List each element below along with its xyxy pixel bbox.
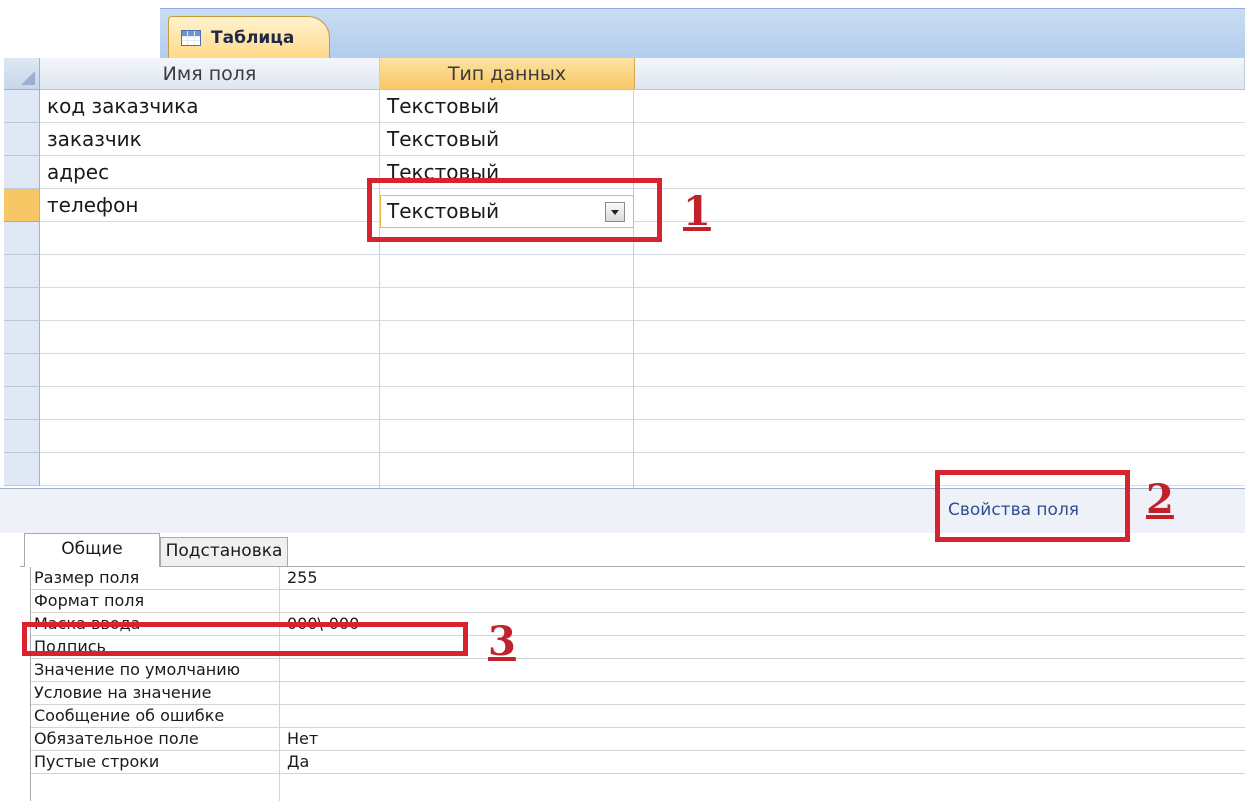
properties-table: Размер поля 255 Формат поля Маска ввода … — [30, 567, 1245, 801]
field-name-cell[interactable]: код заказчика — [47, 90, 199, 123]
property-label: Значение по умолчанию — [34, 660, 241, 679]
property-value[interactable]: Да — [287, 751, 309, 773]
field-name-cell[interactable]: телефон — [47, 189, 138, 222]
row-selector[interactable] — [4, 288, 40, 321]
column-divider — [379, 90, 380, 488]
property-row[interactable]: Обязательное поле Нет — [31, 728, 1245, 751]
data-type-cell[interactable]: Текстовый — [387, 123, 499, 156]
row-selector[interactable] — [4, 321, 40, 354]
property-label: Пустые строки — [34, 752, 160, 771]
row-selector[interactable] — [4, 123, 40, 156]
property-label: Сообщение об ошибке — [34, 706, 225, 725]
tab-general[interactable]: Общие — [24, 533, 160, 567]
row-selector[interactable] — [4, 420, 40, 453]
row-selector[interactable] — [4, 453, 40, 486]
table-design-grid: Имя поля Тип данных код заказчика Тексто… — [0, 58, 1245, 488]
property-value[interactable]: 255 — [287, 567, 318, 589]
table-icon — [181, 29, 201, 46]
column-divider — [633, 90, 634, 488]
property-row[interactable]: Сообщение об ошибке — [31, 705, 1245, 728]
empty-row[interactable] — [40, 255, 1245, 288]
property-row[interactable]: Условие на значение — [31, 682, 1245, 705]
row-selector[interactable] — [4, 354, 40, 387]
annotation-box-1 — [367, 178, 662, 242]
empty-row[interactable] — [40, 420, 1245, 453]
annotation-marker-1: 1 — [683, 188, 711, 235]
header-data-type[interactable]: Тип данных — [380, 58, 635, 90]
field-row[interactable]: заказчик Текстовый — [40, 123, 1245, 156]
property-label: Размер поля — [34, 568, 140, 587]
property-label: Обязательное поле — [34, 729, 199, 748]
field-name-cell[interactable]: заказчик — [47, 123, 142, 156]
property-row[interactable]: Пустые строки Да — [31, 751, 1245, 774]
empty-row[interactable] — [40, 321, 1245, 354]
row-selector[interactable] — [4, 90, 40, 123]
data-type-cell[interactable]: Текстовый — [387, 90, 499, 123]
empty-row[interactable] — [40, 288, 1245, 321]
header-field-name[interactable]: Имя поля — [40, 58, 380, 90]
property-row[interactable]: Размер поля 255 — [31, 567, 1245, 590]
empty-row[interactable] — [40, 387, 1245, 420]
property-row[interactable]: Формат поля — [31, 590, 1245, 613]
row-selector[interactable] — [4, 156, 40, 189]
row-selector[interactable] — [4, 255, 40, 288]
row-selector-active[interactable] — [4, 189, 40, 222]
property-row[interactable]: Значение по умолчанию — [31, 659, 1245, 682]
field-name-cell[interactable]: адрес — [47, 156, 109, 189]
annotation-marker-2: 2 — [1146, 476, 1174, 523]
select-all-corner[interactable] — [4, 58, 40, 90]
annotation-marker-3: 3 — [488, 618, 516, 665]
field-row[interactable]: код заказчика Текстовый — [40, 90, 1245, 123]
row-selector[interactable] — [4, 222, 40, 255]
property-label: Формат поля — [34, 591, 145, 610]
property-column-divider — [279, 567, 280, 801]
header-description[interactable] — [635, 58, 1245, 90]
tab-lookup[interactable]: Подстановка — [160, 537, 288, 566]
property-label: Условие на значение — [34, 683, 212, 702]
annotation-box-2 — [935, 470, 1130, 542]
empty-row[interactable] — [40, 354, 1245, 387]
document-tab-table[interactable]: Таблица — [168, 16, 330, 58]
row-selector[interactable] — [4, 387, 40, 420]
annotation-box-3 — [22, 622, 468, 656]
document-tab-label: Таблица — [211, 27, 295, 48]
property-value[interactable]: Нет — [287, 728, 318, 750]
